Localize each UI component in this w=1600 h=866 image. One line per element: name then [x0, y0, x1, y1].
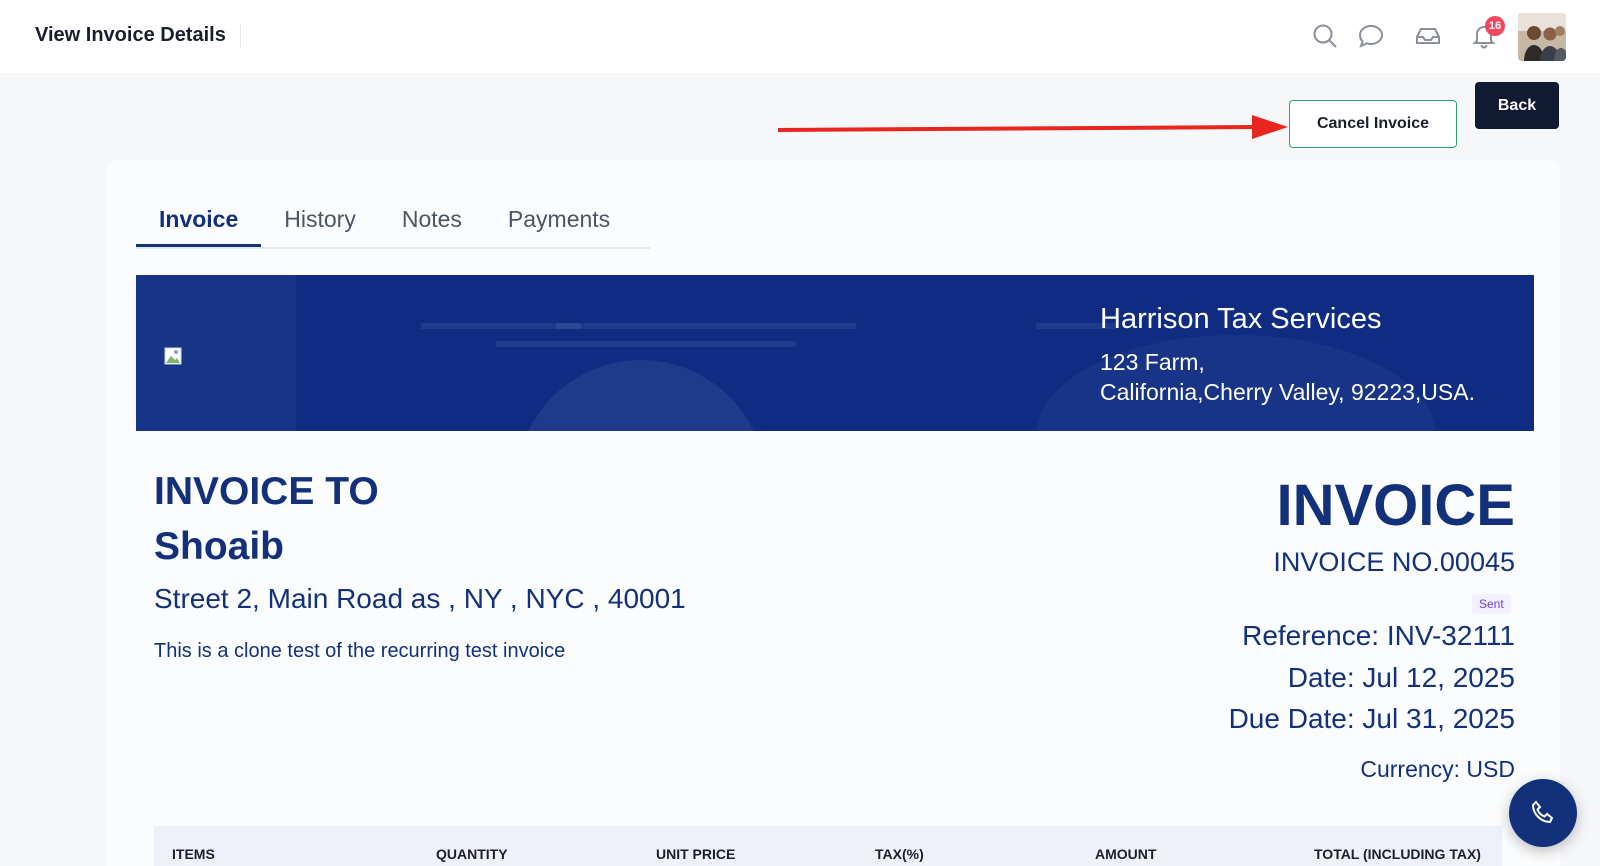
inbox-icon[interactable]	[1414, 22, 1442, 50]
column-header-unit-price: UNIT PRICE	[656, 846, 736, 862]
annotation-arrow	[778, 115, 1288, 139]
notification-badge: 16	[1485, 16, 1505, 36]
invoice-number: INVOICE NO.00045	[1273, 547, 1515, 577]
column-header-total: TOTAL (INCLUDING TAX)	[1314, 846, 1481, 862]
company-address-line-1: 123 Farm,	[1100, 349, 1205, 375]
company-address: 123 Farm, California,Cherry Valley, 9222…	[1100, 347, 1475, 407]
tab-invoice[interactable]: Invoice	[136, 198, 262, 247]
tab-history[interactable]: History	[261, 198, 379, 247]
avatar[interactable]	[1518, 13, 1566, 61]
tab-notes[interactable]: Notes	[379, 198, 485, 247]
back-button[interactable]: Back	[1475, 82, 1559, 129]
invoice-date: Date: Jul 12, 2025	[1287, 662, 1515, 693]
column-header-quantity: QUANTITY	[436, 846, 508, 862]
banner-decoration	[556, 323, 856, 329]
top-header: View Invoice Details 16	[0, 0, 1600, 73]
page-title: View Invoice Details	[35, 24, 226, 46]
phone-icon	[1531, 800, 1554, 824]
company-name: Harrison Tax Services	[1100, 303, 1382, 335]
invoice-reference: Reference: INV-32111	[1242, 620, 1515, 651]
column-header-tax: TAX(%)	[875, 846, 924, 862]
tab-payments[interactable]: Payments	[485, 198, 633, 247]
chat-icon[interactable]	[1357, 22, 1385, 50]
tab-bar: Invoice History Notes Payments	[136, 198, 650, 249]
call-button[interactable]	[1509, 779, 1577, 847]
broken-image-icon	[164, 347, 182, 365]
client-address: Street 2, Main Road as , NY , NYC , 4000…	[154, 583, 686, 614]
cancel-invoice-button[interactable]: Cancel Invoice	[1289, 100, 1457, 148]
invoice-to-heading: INVOICE TO	[154, 470, 379, 513]
search-icon[interactable]	[1311, 22, 1339, 50]
items-table-header: ITEMS QUANTITY UNIT PRICE TAX(%) AMOUNT …	[154, 826, 1502, 866]
banner-decoration	[516, 360, 766, 431]
invoice-currency: Currency: USD	[1360, 756, 1515, 782]
banner-decoration	[136, 275, 296, 431]
invoice-due-date: Due Date: Jul 31, 2025	[1228, 703, 1515, 734]
status-badge: Sent	[1472, 594, 1511, 614]
column-header-amount: AMOUNT	[1095, 846, 1157, 862]
company-banner: Harrison Tax Services 123 Farm, Californ…	[136, 275, 1534, 431]
column-header-items: ITEMS	[172, 846, 215, 862]
company-address-line-2: California,Cherry Valley, 92223,USA.	[1100, 379, 1475, 405]
title-divider	[240, 24, 241, 48]
banner-decoration	[496, 341, 796, 347]
invoice-heading: INVOICE	[1276, 473, 1516, 538]
client-name: Shoaib	[154, 525, 285, 568]
invoice-note: This is a clone test of the recurring te…	[154, 640, 566, 662]
